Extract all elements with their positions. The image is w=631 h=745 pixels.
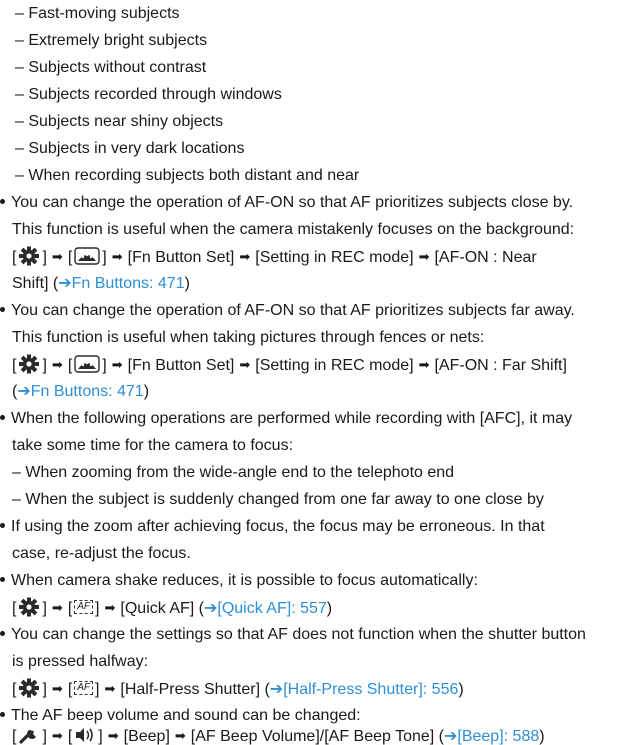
half-press-line2: is pressed halfway: bbox=[12, 653, 149, 670]
far-line1: You can change the operation of AF-ON so… bbox=[11, 302, 575, 319]
bullet-far-shift: You can change the operation of AF-ON so… bbox=[0, 299, 575, 323]
arrow-icon: ➡ bbox=[111, 357, 123, 372]
gear-icon bbox=[19, 246, 40, 266]
bullet-dot bbox=[0, 576, 5, 582]
menu-af-on-near-a: [AF-ON : Near bbox=[434, 249, 537, 266]
arrow-icon: ➡ bbox=[104, 681, 116, 696]
arrow-icon: ➡ bbox=[239, 249, 251, 264]
bullet-beep: The AF beep volume and sound can be chan… bbox=[0, 704, 361, 728]
zoom-line2: case, re-adjust the focus. bbox=[12, 545, 191, 562]
speaker-icon bbox=[76, 728, 94, 743]
half-press-line1: You can change the settings so that AF d… bbox=[11, 626, 586, 643]
menu-half-press: [Half-Press Shutter] ( bbox=[120, 681, 270, 698]
link-arrow-icon: ➔ bbox=[58, 275, 72, 292]
list-item: – Extremely bright subjects bbox=[15, 32, 208, 49]
bullet-dot bbox=[0, 522, 5, 528]
menu-fn-button-set: [Fn Button Set] bbox=[127, 357, 235, 374]
camera-operation-icon bbox=[74, 355, 100, 373]
link-half-press[interactable]: ➔[Half-Press Shutter]: 556 bbox=[270, 681, 459, 698]
arrow-icon: ➡ bbox=[104, 600, 116, 615]
quick-af-menu-path: [] ➡[AF] ➡ [Quick AF] (➔[Quick AF]: 557) bbox=[12, 596, 332, 620]
list-item: – Subjects without contrast bbox=[15, 59, 207, 76]
bullet-dot bbox=[0, 414, 5, 420]
arrow-icon: ➡ bbox=[51, 357, 63, 372]
far-line4: (➔Fn Buttons: 471) bbox=[12, 383, 150, 400]
camera-operation-icon bbox=[74, 247, 100, 265]
list-item: – When the subject is suddenly changed f… bbox=[12, 491, 544, 508]
near-line1: You can change the operation of AF-ON so… bbox=[11, 194, 574, 211]
menu-af-on-near-b: Shift] ( bbox=[12, 275, 59, 292]
afc-line2: take some time for the camera to focus: bbox=[12, 437, 294, 454]
bullet-dot bbox=[0, 630, 5, 636]
bullet-zoom: If using the zoom after achieving focus,… bbox=[0, 515, 545, 539]
list-item: – Subjects in very dark locations bbox=[15, 140, 245, 157]
bullet-near-shift: You can change the operation of AF-ON so… bbox=[0, 191, 573, 215]
link-arrow-icon: ➔ bbox=[17, 383, 31, 400]
list-item: – When zooming from the wide-angle end t… bbox=[12, 464, 455, 481]
arrow-icon: ➡ bbox=[107, 728, 119, 743]
list-item: – Fast-moving subjects bbox=[15, 5, 180, 22]
af-tab-icon: AF bbox=[74, 600, 94, 615]
beep-menu-path: [] ➡[] ➡ [Beep] ➡ [AF Beep Volume]/[AF Beep T… bbox=[12, 728, 545, 745]
arrow-icon: ➡ bbox=[174, 728, 186, 743]
far-line2: This function is useful when taking pict… bbox=[12, 329, 485, 346]
bullet-dot bbox=[0, 306, 5, 312]
bullet-dot bbox=[0, 711, 5, 717]
arrow-icon: ➡ bbox=[111, 249, 123, 264]
bullet-quick-af: When camera shake reduces, it is possibl… bbox=[0, 569, 478, 593]
link-arrow-icon: ➔ bbox=[269, 681, 284, 698]
arrow-icon: ➡ bbox=[418, 357, 430, 372]
beep-line1: The AF beep volume and sound can be chan… bbox=[11, 707, 361, 724]
afc-line1: When the following operations are perfor… bbox=[11, 410, 573, 427]
menu-af-on-far: [AF-ON : Far Shift] bbox=[434, 357, 567, 374]
wrench-icon bbox=[19, 730, 37, 744]
half-press-menu-path: [] ➡[AF] ➡ [Half-Press Shutter] (➔[Half-Pre… bbox=[12, 677, 464, 701]
near-menu-path: [] ➡[] ➡ [Fn Button Set] ➡ [Setting in REC mo… bbox=[12, 245, 537, 269]
near-line4: Shift] (➔Fn Buttons: 471) bbox=[12, 275, 190, 292]
menu-quick-af: [Quick AF] ( bbox=[120, 600, 204, 617]
bullet-dot bbox=[0, 198, 5, 204]
link-fn-buttons-near[interactable]: ➔Fn Buttons: 471 bbox=[58, 275, 184, 292]
arrow-icon: ➡ bbox=[51, 600, 63, 615]
list-item: – Subjects recorded through windows bbox=[15, 86, 282, 103]
far-menu-path: [] ➡[] ➡ [Fn Button Set] ➡ [Setting in REC mo… bbox=[12, 353, 567, 377]
arrow-icon: ➡ bbox=[51, 681, 63, 696]
bullet-half-press: You can change the settings so that AF d… bbox=[0, 623, 586, 647]
menu-setting-rec: [Setting in REC mode] bbox=[255, 357, 414, 374]
menu-af-beep: [AF Beep Volume]/[AF Beep Tone] ( bbox=[190, 728, 444, 745]
link-arrow-icon: ➔ bbox=[443, 728, 458, 745]
af-tab-icon: AF bbox=[74, 681, 94, 696]
menu-fn-button-set: [Fn Button Set] bbox=[127, 249, 235, 266]
link-beep[interactable]: ➔[Beep]: 588 bbox=[444, 728, 539, 745]
arrow-icon: ➡ bbox=[239, 357, 251, 372]
gear-icon bbox=[19, 354, 40, 374]
near-line2: This function is useful when the camera … bbox=[12, 221, 575, 238]
bullet-afc: When the following operations are perfor… bbox=[0, 407, 572, 431]
list-item: – Subjects near shiny objects bbox=[15, 113, 224, 130]
gear-icon bbox=[19, 678, 40, 698]
gear-icon bbox=[19, 597, 40, 617]
arrow-icon: ➡ bbox=[418, 249, 430, 264]
zoom-line1: If using the zoom after achieving focus,… bbox=[11, 518, 545, 535]
link-quick-af[interactable]: ➔[Quick AF]: 557 bbox=[204, 600, 327, 617]
menu-beep: [Beep] bbox=[123, 728, 170, 745]
arrow-icon: ➡ bbox=[51, 249, 63, 264]
arrow-icon: ➡ bbox=[51, 728, 63, 743]
menu-setting-rec: [Setting in REC mode] bbox=[255, 249, 414, 266]
list-item: – When recording subjects both distant a… bbox=[15, 167, 360, 184]
link-fn-buttons-far[interactable]: ➔Fn Buttons: 471 bbox=[17, 383, 143, 400]
quick-af-line1: When camera shake reduces, it is possibl… bbox=[11, 572, 478, 589]
link-arrow-icon: ➔ bbox=[203, 600, 218, 617]
